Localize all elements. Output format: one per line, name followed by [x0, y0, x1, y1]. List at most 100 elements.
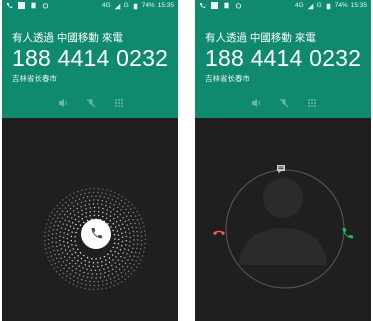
signal-icon — [307, 3, 313, 9]
ripple-dot — [101, 199, 103, 202]
ripple-dot — [134, 222, 136, 225]
notification-icon — [211, 2, 218, 9]
ripple-dot — [68, 281, 71, 284]
ripple-dot — [127, 211, 130, 214]
ripple-dot — [131, 259, 133, 261]
ripple-dot — [44, 244, 46, 246]
ripple-dot — [51, 237, 53, 239]
ripple-dot — [91, 277, 93, 279]
ripple-dot — [97, 288, 99, 291]
ripple-dot — [79, 252, 82, 254]
speaker-icon[interactable] — [250, 97, 262, 109]
ripple-dot — [134, 215, 137, 217]
ripple-dot — [56, 257, 58, 260]
ripple-dot — [119, 219, 122, 222]
dialpad-icon[interactable] — [306, 97, 318, 109]
ripple-dot — [112, 268, 114, 271]
ripple-dot — [101, 265, 103, 267]
sim-icon — [31, 2, 36, 9]
ripple-dot — [46, 223, 48, 225]
alarm-icon — [235, 3, 242, 9]
ripple-dot — [118, 268, 121, 271]
ripple-dot — [72, 248, 75, 250]
ripple-dot — [89, 284, 91, 287]
ripple-dot — [91, 258, 93, 260]
ripple-dot — [131, 226, 133, 229]
ripple-dot — [62, 223, 64, 225]
ripple-dot — [59, 207, 61, 210]
ripple-dot — [82, 267, 84, 269]
ripple-dot — [63, 267, 65, 270]
ripple-dot — [58, 261, 60, 263]
network-label: G — [316, 2, 322, 9]
caller-location: 吉林省长春市 — [205, 74, 250, 83]
ripple-dot — [114, 250, 116, 253]
ripple-dot — [80, 278, 83, 281]
ripple-dot — [102, 211, 104, 214]
ripple-dot — [64, 219, 66, 222]
accept-icon[interactable] — [339, 226, 355, 240]
ripple-dot — [65, 264, 67, 266]
mic-mute-icon[interactable] — [85, 97, 97, 109]
ripple-dot — [83, 254, 85, 257]
ripple-dot — [114, 280, 116, 282]
ripple-dot — [116, 216, 119, 218]
dialpad-icon[interactable] — [113, 97, 125, 109]
ripple-dot — [85, 188, 87, 191]
ripple-dot — [77, 255, 79, 257]
ripple-dot — [93, 187, 96, 190]
ripple-dot — [77, 227, 79, 230]
ripple-dot — [83, 271, 85, 274]
ripple-dot — [77, 281, 79, 284]
ripple-dot — [73, 210, 75, 212]
ripple-dot — [67, 246, 70, 248]
ripple-dot — [124, 256, 126, 259]
network-type: 4G — [101, 2, 111, 9]
ripple-dot — [101, 288, 103, 290]
ripple-dot — [59, 221, 61, 223]
ripple-dot — [80, 201, 83, 204]
ripple-dot — [61, 210, 64, 212]
ripple-dot — [118, 193, 120, 196]
ripple-dot — [55, 241, 57, 243]
ripple-dot — [67, 204, 70, 207]
ripple-dot — [77, 216, 80, 218]
answer-button[interactable] — [81, 219, 111, 249]
ripple-dot — [111, 254, 114, 256]
ripple-dot — [120, 199, 123, 202]
ripple-dot — [96, 203, 99, 205]
ripple-dot — [127, 249, 130, 251]
ripple-dot — [128, 201, 130, 203]
ripple-dot — [121, 240, 124, 243]
ripple-dot — [47, 256, 49, 258]
ripple-dot — [105, 279, 108, 281]
ripple-dot — [139, 248, 142, 250]
status-right-icons: 4G G 74% 15:35 — [295, 2, 367, 10]
ripple-dot — [132, 211, 135, 214]
ripple-dot — [66, 259, 68, 261]
ripple-dot — [109, 202, 112, 204]
caller-line: 有人透過 中國移動 來電 — [205, 32, 316, 44]
ripple-dot — [76, 285, 78, 287]
phone-icon — [199, 3, 206, 9]
ripple-dot — [68, 229, 70, 231]
ripple-dot — [74, 214, 76, 216]
ripple-dot — [115, 256, 117, 258]
ripple-dot — [105, 193, 107, 195]
mic-mute-icon[interactable] — [278, 97, 290, 109]
ripple-dot — [109, 220, 111, 222]
decline-icon[interactable] — [211, 226, 227, 238]
ripple-dot — [77, 190, 79, 193]
ripple-dot — [101, 280, 104, 282]
ripple-dot — [84, 259, 86, 262]
ripple-dot — [121, 245, 123, 247]
speaker-icon[interactable] — [57, 97, 69, 109]
ripple-dot — [93, 284, 96, 287]
ripple-dot — [123, 212, 125, 214]
ripple-dot — [45, 252, 48, 254]
ripple-dot — [112, 246, 114, 249]
ripple-dot — [99, 269, 101, 271]
ripple-dot — [43, 239, 46, 242]
ripple-dot — [73, 279, 75, 282]
message-icon[interactable] — [275, 163, 287, 175]
